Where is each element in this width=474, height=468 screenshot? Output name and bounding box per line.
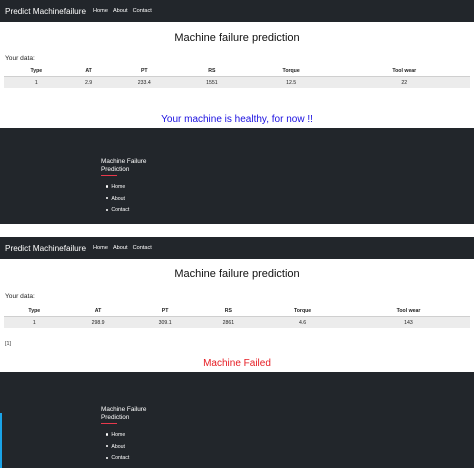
footer-link-label: Contact <box>111 207 130 214</box>
footer-link-label: Home <box>111 432 126 438</box>
table-row: 1 2.9 233.4 1551 12.5 22 <box>4 76 470 88</box>
cell-type: 1 <box>4 76 69 88</box>
navbar-brand[interactable]: Predict Machinefailure <box>0 244 86 253</box>
cell-rs: 2861 <box>198 316 259 328</box>
cell-tool-wear: 143 <box>346 316 470 328</box>
navbar: Predict Machinefailure Home About Contac… <box>0 0 474 22</box>
column-header-torque: Torque <box>258 305 347 317</box>
footer-link-home[interactable]: Home <box>106 430 129 442</box>
prediction-result: Machine Failed <box>203 358 271 369</box>
footer-link-label: Home <box>111 184 126 190</box>
cell-at: 2.9 <box>68 76 109 88</box>
side-accent-bar <box>0 413 2 468</box>
cell-tool-wear: 22 <box>338 76 470 88</box>
footer-link-about[interactable]: About <box>106 442 129 454</box>
table-header-row: Type AT PT RS Torque Tool wear <box>4 65 470 77</box>
page-title: Machine failure prediction <box>174 32 300 44</box>
footer-links: Home About Contact <box>106 430 129 465</box>
cell-pt: 233.4 <box>108 76 181 88</box>
column-header-torque: Torque <box>243 65 339 77</box>
prediction-result: Your machine is healthy, for now !! <box>161 114 313 125</box>
column-header-tool-wear: Tool wear <box>338 65 470 77</box>
table-header-row: Type AT PT RS Torque Tool wear <box>4 305 470 317</box>
cell-type: 1 <box>4 316 65 328</box>
footer-title: Machine Failure Prediction <box>101 406 147 421</box>
cell-pt: 309.1 <box>131 316 199 328</box>
column-header-at: AT <box>64 305 132 317</box>
bullet-icon <box>106 197 109 200</box>
footer-link-contact[interactable]: Contact <box>106 205 129 217</box>
table-row: 1 298.9 309.1 2861 4.6 143 <box>4 316 470 328</box>
prediction-raw-output: [1] <box>5 341 11 347</box>
column-header-type: Type <box>4 65 69 77</box>
bullet-icon <box>106 208 109 211</box>
footer: Machine Failure Prediction Home About Co… <box>0 128 474 224</box>
column-header-tool-wear: Tool wear <box>346 305 470 317</box>
bullet-icon <box>106 433 109 436</box>
nav-link-home[interactable]: Home <box>93 8 108 14</box>
footer-title-underline <box>101 175 117 176</box>
screen-failed: Predict Machinefailure Home About Contac… <box>0 237 474 468</box>
footer-link-contact[interactable]: Contact <box>106 453 129 465</box>
footer: Machine Failure Prediction Home About Co… <box>0 372 474 468</box>
footer-link-about[interactable]: About <box>106 194 129 206</box>
nav-link-home[interactable]: Home <box>93 245 108 251</box>
column-header-rs: RS <box>180 65 244 77</box>
cell-rs: 1551 <box>180 76 244 88</box>
bullet-icon <box>106 456 109 459</box>
column-header-rs: RS <box>198 305 259 317</box>
footer-links: Home About Contact <box>106 182 129 217</box>
nav-link-contact[interactable]: Contact <box>133 245 152 251</box>
data-table: Type AT PT RS Torque Tool wear 1 298.9 3… <box>4 305 470 328</box>
cell-torque: 4.6 <box>258 316 347 328</box>
footer-link-label: About <box>111 443 125 450</box>
page-title: Machine failure prediction <box>174 268 300 280</box>
nav-link-contact[interactable]: Contact <box>133 8 152 14</box>
bullet-icon <box>106 445 109 448</box>
screen-healthy: Predict Machinefailure Home About Contac… <box>0 0 474 224</box>
column-header-type: Type <box>4 305 65 317</box>
column-header-pt: PT <box>108 65 181 77</box>
cell-at: 298.9 <box>64 316 132 328</box>
data-table: Type AT PT RS Torque Tool wear 1 2.9 233… <box>4 65 470 88</box>
nav-link-about[interactable]: About <box>113 245 128 251</box>
data-label: Your data: <box>5 55 35 62</box>
cell-torque: 12.5 <box>243 76 339 88</box>
footer-link-home[interactable]: Home <box>106 182 129 194</box>
footer-title: Machine Failure Prediction <box>101 158 147 173</box>
nav-link-about[interactable]: About <box>113 8 128 14</box>
footer-title-underline <box>101 423 117 424</box>
bullet-icon <box>106 185 109 188</box>
column-header-at: AT <box>68 65 109 77</box>
data-label: Your data: <box>5 293 35 300</box>
navbar-brand[interactable]: Predict Machinefailure <box>0 7 86 16</box>
footer-link-label: Contact <box>111 455 130 462</box>
navbar: Predict Machinefailure Home About Contac… <box>0 237 474 259</box>
footer-link-label: About <box>111 195 125 202</box>
column-header-pt: PT <box>131 305 199 317</box>
